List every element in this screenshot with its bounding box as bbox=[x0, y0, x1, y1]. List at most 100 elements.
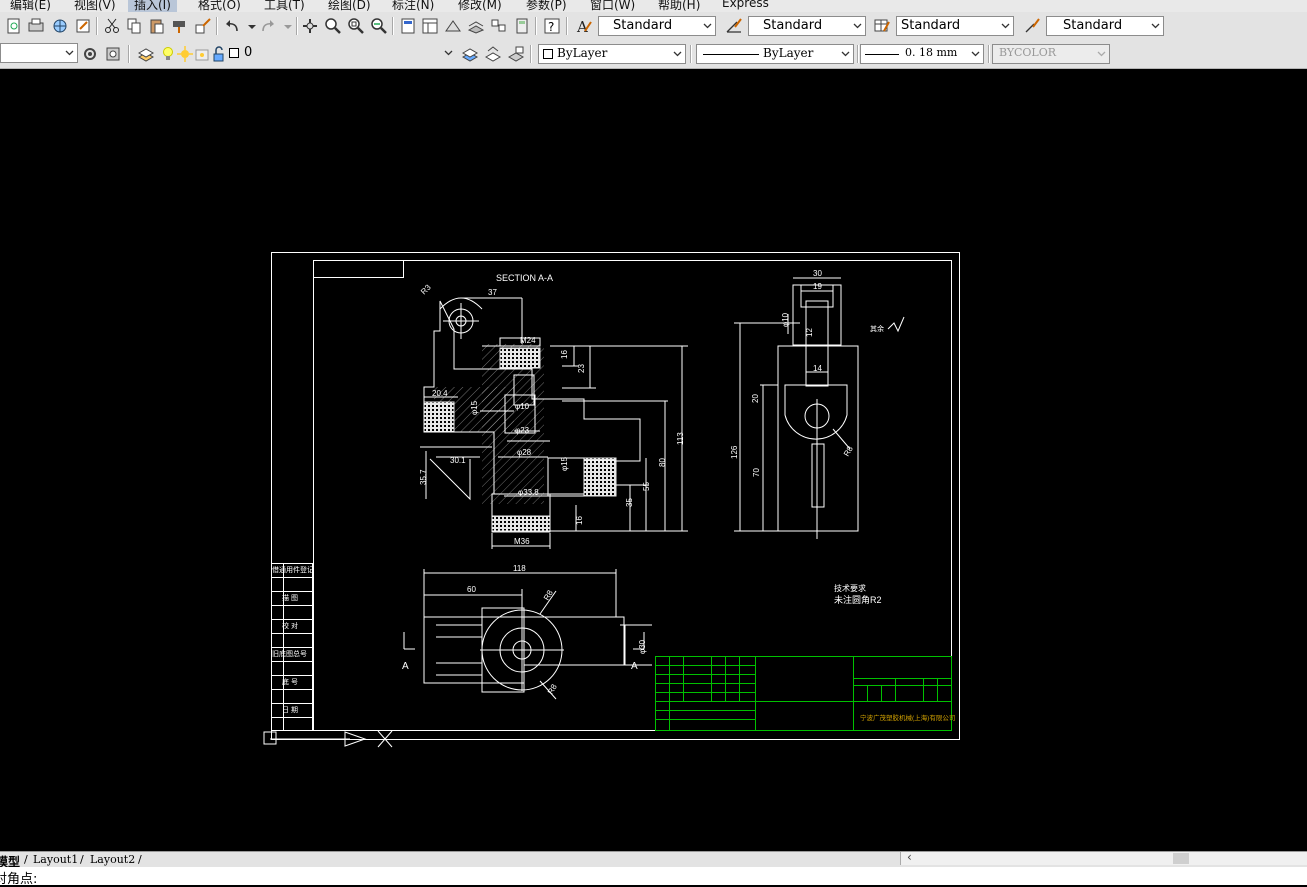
markup-set-icon[interactable] bbox=[489, 16, 509, 36]
menu-edit[interactable]: 编辑(E) bbox=[10, 0, 51, 12]
left-panel-5: 日 期 bbox=[282, 706, 298, 714]
dim-front-11: φ15 bbox=[560, 456, 569, 471]
zoom-previous-icon[interactable] bbox=[369, 16, 389, 36]
layer-select[interactable]: 0 bbox=[226, 44, 456, 64]
dim-front-12: φ33.8 bbox=[518, 488, 539, 497]
standard-toolbar: ? A Standard Standard Standard Standard bbox=[0, 12, 1307, 41]
dim-front-1: 37 bbox=[488, 288, 497, 297]
properties-icon[interactable] bbox=[398, 16, 418, 36]
dimension-style-select[interactable]: Standard bbox=[748, 16, 866, 36]
dim-front-5: 20.4 bbox=[432, 389, 448, 398]
dim-top-1: 60 bbox=[467, 585, 476, 594]
copy-icon[interactable] bbox=[124, 16, 144, 36]
sheet-set-icon[interactable] bbox=[73, 16, 93, 36]
dim-front-3: 16 bbox=[560, 350, 569, 359]
workspace-settings-icon[interactable] bbox=[80, 44, 100, 64]
dim-front-15: 16 bbox=[575, 516, 584, 525]
dim-front-8: φ23 bbox=[515, 426, 530, 435]
redo-icon[interactable] bbox=[258, 16, 278, 36]
layers-toolbar: 0 ByLayer ByLayer 0. 18 mm BYCOLOR bbox=[0, 40, 1307, 69]
lineweight-control-select[interactable]: 0. 18 mm bbox=[860, 44, 984, 64]
publish-icon[interactable] bbox=[26, 16, 46, 36]
menu-express[interactable]: Express bbox=[722, 0, 769, 10]
command-prompt: 对角点: bbox=[0, 872, 38, 887]
text-style-icon[interactable]: A bbox=[574, 16, 594, 36]
dim-front-19: 113 bbox=[676, 432, 685, 445]
cut-icon[interactable] bbox=[102, 16, 122, 36]
corner-label-box bbox=[313, 260, 404, 278]
svg-text:?: ? bbox=[548, 20, 554, 34]
tab-layout2[interactable]: Layout2 bbox=[90, 853, 135, 866]
menu-parametric[interactable]: 参数(P) bbox=[526, 0, 567, 12]
dim-side-8: R8 bbox=[842, 444, 855, 458]
3d-dwf-icon[interactable] bbox=[50, 16, 70, 36]
table-style-icon[interactable] bbox=[872, 16, 892, 36]
layer-previous-icon[interactable] bbox=[483, 44, 503, 64]
match-properties-icon[interactable] bbox=[170, 16, 190, 36]
sheet-set-manager-icon[interactable] bbox=[466, 16, 486, 36]
title-block-company: 宁波广茂塑胶机械(上海)有限公司 bbox=[860, 713, 955, 722]
dim-side-1: 19 bbox=[813, 282, 822, 291]
dim-side-2: φ10 bbox=[781, 312, 790, 327]
block-editor-icon[interactable] bbox=[193, 16, 213, 36]
dim-top-4: R8 bbox=[546, 682, 559, 696]
plot-preview-icon[interactable] bbox=[4, 16, 24, 36]
table-style-select[interactable]: Standard bbox=[896, 16, 1014, 36]
text-style-select[interactable]: Standard bbox=[598, 16, 716, 36]
menu-modify[interactable]: 修改(M) bbox=[458, 0, 502, 12]
left-panel-0: 借通用件登记 bbox=[272, 565, 314, 574]
dim-front-0: R3 bbox=[419, 282, 433, 296]
menu-view[interactable]: 视图(V) bbox=[74, 0, 116, 12]
dim-front-17: 55 bbox=[642, 482, 651, 491]
multileader-style-select[interactable]: Standard bbox=[1046, 16, 1164, 36]
dim-side-3: 12 bbox=[805, 328, 814, 337]
tab-layout1[interactable]: Layout1 bbox=[33, 853, 78, 866]
zoom-window-icon[interactable] bbox=[346, 16, 366, 36]
dimension-style-icon[interactable] bbox=[724, 16, 744, 36]
quickcalc-icon[interactable] bbox=[512, 16, 532, 36]
command-line[interactable]: 对角点: bbox=[0, 867, 1307, 887]
section-mark-left: A bbox=[402, 661, 409, 672]
menu-dimension[interactable]: 标注(N) bbox=[392, 0, 434, 12]
dim-top-3: φ30 bbox=[638, 639, 647, 654]
customize-icon[interactable] bbox=[103, 44, 123, 64]
multileader-style-icon[interactable] bbox=[1022, 16, 1042, 36]
menu-tools[interactable]: 工具(T) bbox=[264, 0, 305, 12]
left-panel-1: 描 图 bbox=[282, 593, 298, 602]
left-panel-3: 旧底图总号 bbox=[272, 649, 307, 658]
layer-states-icon[interactable] bbox=[506, 44, 526, 64]
drawing-canvas[interactable]: SECTION A-A R3 37 M24 16 23 20.4 φ15 φ10… bbox=[0, 69, 1307, 851]
tool-palettes-icon[interactable] bbox=[443, 16, 463, 36]
dim-front-10: 30.1 bbox=[450, 456, 466, 465]
pan-icon[interactable] bbox=[300, 16, 320, 36]
make-object-layer-current-icon[interactable] bbox=[460, 44, 480, 64]
menu-bar: 编辑(E) 视图(V) 插入(I) 格式(O) 工具(T) 绘图(D) 标注(N… bbox=[0, 0, 1307, 12]
scroll-left-icon[interactable]: ‹ bbox=[907, 850, 912, 864]
layer-properties-icon[interactable] bbox=[136, 44, 156, 64]
redo-dropdown-icon[interactable] bbox=[278, 16, 298, 36]
color-control-select[interactable]: ByLayer bbox=[538, 44, 686, 64]
svg-text:A: A bbox=[576, 18, 588, 35]
dim-front-9: φ28 bbox=[517, 448, 532, 457]
section-title: SECTION A-A bbox=[496, 273, 553, 283]
horizontal-scrollbar[interactable]: ‹ bbox=[900, 850, 1307, 865]
dim-side-0: 30 bbox=[813, 269, 822, 278]
dim-front-6: φ15 bbox=[470, 400, 479, 415]
dim-side-6: 126 bbox=[730, 445, 739, 459]
undo-icon[interactable] bbox=[222, 16, 242, 36]
menu-window[interactable]: 窗口(W) bbox=[590, 0, 635, 12]
section-mark-right: A bbox=[631, 661, 638, 672]
help-icon[interactable]: ? bbox=[542, 16, 562, 36]
scroll-thumb[interactable] bbox=[1173, 853, 1189, 864]
dim-front-13: 35.7 bbox=[419, 469, 428, 485]
menu-help[interactable]: 帮助(H) bbox=[658, 0, 700, 12]
zoom-realtime-icon[interactable] bbox=[323, 16, 343, 36]
linetype-control-select[interactable]: ByLayer bbox=[696, 44, 854, 64]
dim-front-7: φ10 bbox=[515, 402, 530, 411]
menu-draw[interactable]: 绘图(D) bbox=[328, 0, 371, 12]
menu-insert[interactable]: 插入(I) bbox=[128, 0, 177, 12]
menu-format[interactable]: 格式(O) bbox=[198, 0, 241, 12]
design-center-icon[interactable] bbox=[420, 16, 440, 36]
paste-icon[interactable] bbox=[147, 16, 167, 36]
workspace-select[interactable] bbox=[0, 43, 78, 63]
